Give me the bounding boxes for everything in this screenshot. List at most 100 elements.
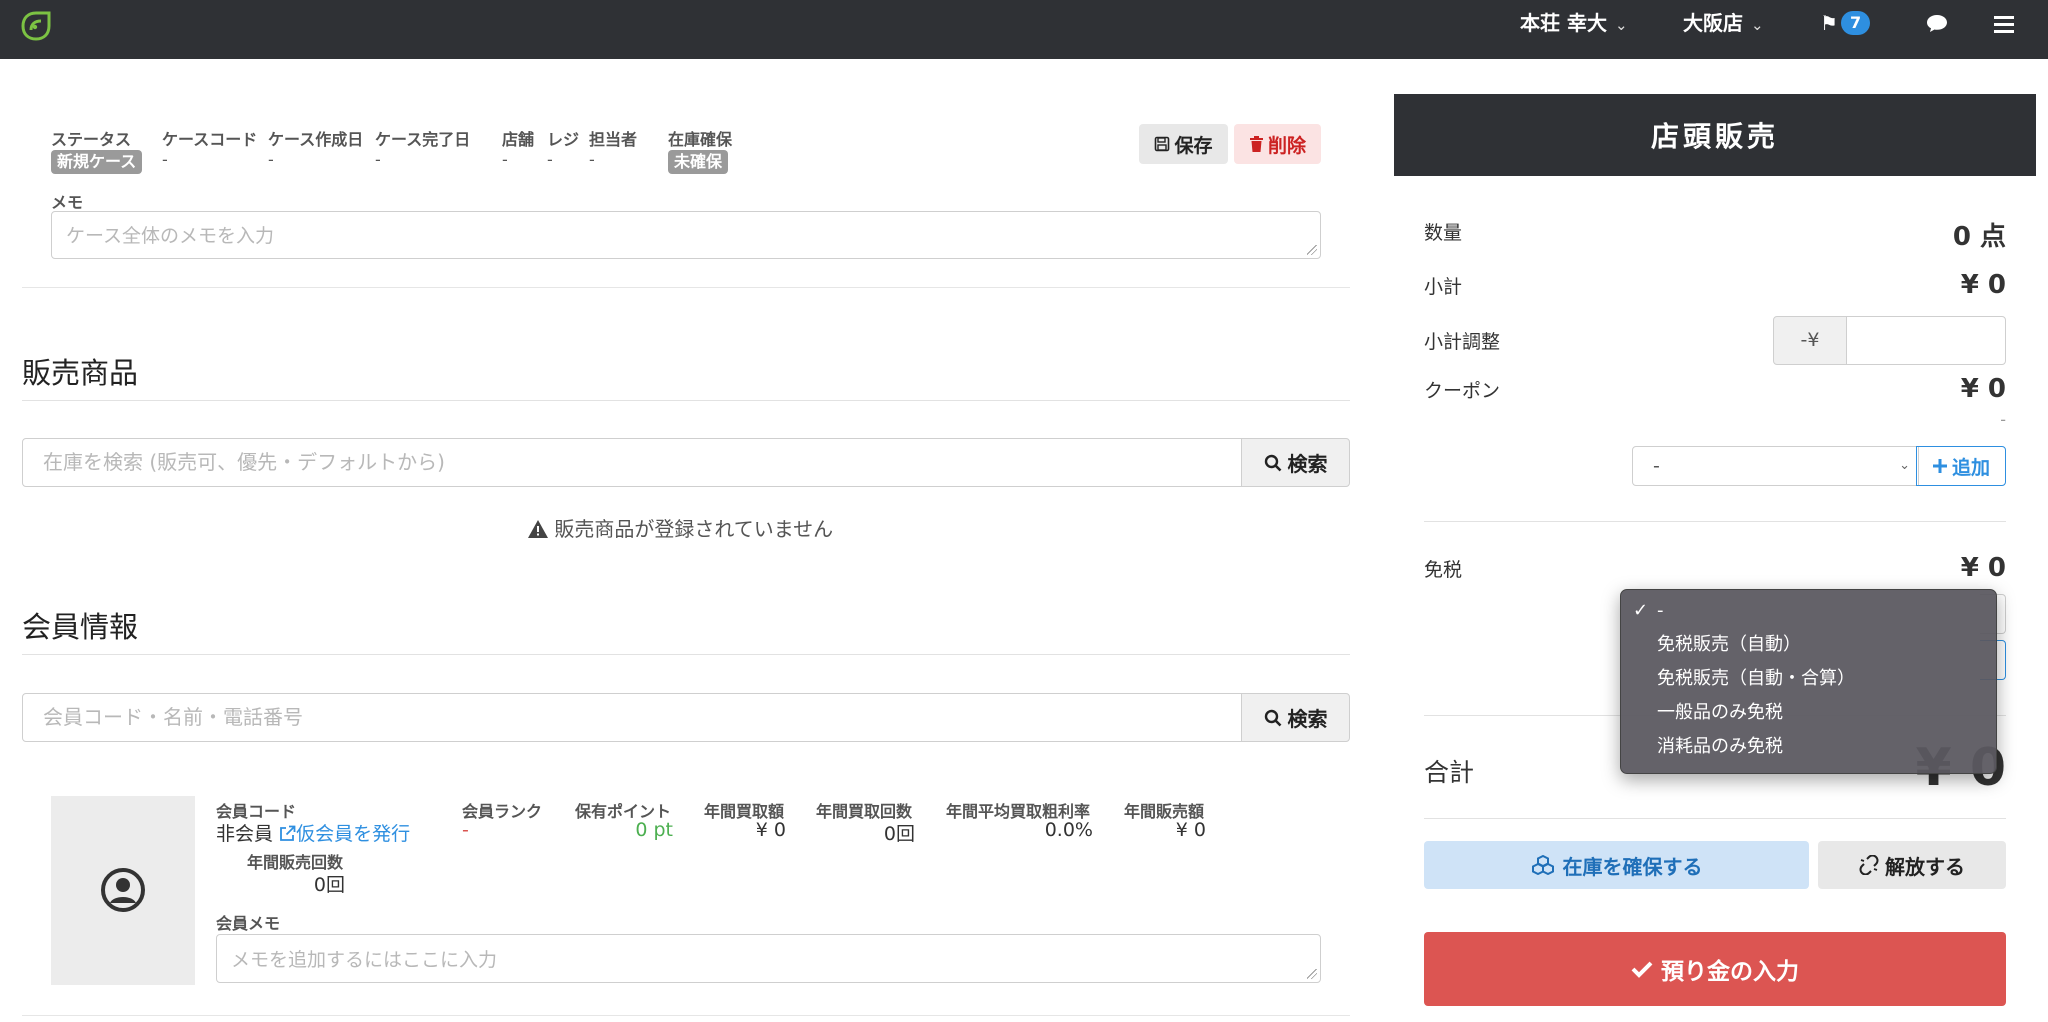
rank-label: 会員ランク <box>462 802 543 821</box>
case-completed-label: ケース完了日 <box>375 130 471 149</box>
user-menu[interactable]: 本荘 幸大 ⌄ <box>1520 0 1628 49</box>
store-label: 店舗 <box>502 130 535 149</box>
save-button[interactable]: 保存 <box>1139 124 1228 164</box>
warning-icon <box>528 520 548 538</box>
tax-free-option-consumables[interactable]: 消耗品のみ免税 <box>1621 730 1996 764</box>
option-label: 一般品のみ免税 <box>1657 702 1783 723</box>
flag-icon: ⚑ <box>1820 11 1838 35</box>
enter-deposit-button[interactable]: 預り金の入力 <box>1424 932 2006 1006</box>
coupon-value: ¥ 0 <box>1960 374 2006 404</box>
chevron-down-icon: ⌄ <box>1614 16 1628 34</box>
case-completed-value: - <box>375 150 381 169</box>
release-label: 解放する <box>1885 854 1965 879</box>
delete-label: 削除 <box>1267 134 1306 157</box>
tax-free-option-none[interactable]: ✓ - <box>1621 594 1996 628</box>
tax-free-option-auto-combined[interactable]: 免税販売（自動・合算） <box>1621 662 1996 696</box>
tax-free-option-general[interactable]: 一般品のみ免税 <box>1621 696 1996 730</box>
member-section-title: 会員情報 <box>22 610 139 644</box>
member-memo-label: 会員メモ <box>216 914 281 933</box>
search-label: 検索 <box>1287 452 1328 476</box>
release-stock-button[interactable]: 解放する <box>1818 841 2006 889</box>
case-created-value: - <box>268 150 274 169</box>
add-coupon-button[interactable]: 追加 <box>1916 446 2006 486</box>
memo-label: メモ <box>51 193 84 212</box>
subtotal-label: 小計 <box>1424 276 1463 298</box>
cubes-icon <box>1531 855 1554 875</box>
member-search-button[interactable]: 検索 <box>1241 693 1350 742</box>
subtotal-value: ¥ 0 <box>1960 270 2006 300</box>
unlink-icon <box>1859 855 1879 875</box>
empty-message-text: 販売商品が登録されていません <box>554 517 834 541</box>
coupon-sub-value: - <box>2000 410 2006 429</box>
case-memo-field[interactable]: ケース全体のメモを入力 <box>51 211 1321 259</box>
delete-button[interactable]: 削除 <box>1234 124 1321 164</box>
stock-search-input[interactable]: 在庫を検索 (販売可、優先・デフォルトから) <box>22 438 1243 487</box>
chevron-down-icon: ⌄ <box>1751 16 1764 34</box>
option-label: 免税販売（自動・合算） <box>1657 668 1855 689</box>
points-value: 0 pt <box>635 819 673 841</box>
external-link-icon <box>280 825 296 841</box>
chevron-down-icon: ⌄ <box>1899 458 1910 473</box>
member-avatar <box>51 796 195 985</box>
tax-free-option-auto[interactable]: 免税販売（自動） <box>1621 628 1996 662</box>
option-label: - <box>1657 600 1664 621</box>
annual-buy-count-value: 0回 <box>883 823 915 845</box>
adjust-prefix: -¥ <box>1773 316 1847 365</box>
empty-products-message: 販売商品が登録されていません <box>528 513 833 542</box>
app-logo-icon[interactable] <box>20 10 52 42</box>
coupon-select-value: - <box>1653 455 1660 477</box>
case-code-label: ケースコード <box>162 130 258 149</box>
top-navbar: 本荘 幸大 ⌄ 大阪店 ⌄ ⚑ 7 <box>0 0 2048 59</box>
quantity-label: 数量 <box>1424 222 1463 244</box>
annual-sales-count-value: 0回 <box>313 874 345 896</box>
search-icon <box>1264 709 1281 726</box>
chat-button[interactable] <box>1926 0 1948 49</box>
member-code-row: 非会員 仮会員を発行 <box>216 819 410 846</box>
case-created-label: ケース作成日 <box>268 130 364 149</box>
register-value: - <box>547 150 553 169</box>
search-icon <box>1264 454 1281 471</box>
store-value: - <box>502 150 508 169</box>
status-label: ステータス <box>51 130 132 149</box>
quantity-value: 0 点 <box>1952 222 2006 252</box>
reserve-stock-button[interactable]: 在庫を確保する <box>1424 841 1809 889</box>
add-label: 追加 <box>1951 456 1990 479</box>
hamburger-menu-button[interactable] <box>1994 0 2014 49</box>
notifications-button[interactable]: ⚑ 7 <box>1820 0 1871 49</box>
option-label: 免税販売（自動） <box>1657 634 1801 655</box>
checkmark-icon: ✓ <box>1633 600 1649 621</box>
issue-temp-member-link[interactable]: 仮会員を発行 <box>279 823 410 845</box>
option-label: 消耗品のみ免税 <box>1657 736 1783 757</box>
issue-link-label: 仮会員を発行 <box>296 823 411 845</box>
member-memo-field[interactable]: メモを追加するにはここに入力 <box>216 934 1321 983</box>
panel-title: 店頭販売 <box>1394 94 2036 176</box>
stock-search-button[interactable]: 検索 <box>1241 438 1350 487</box>
tax-free-value: ¥ 0 <box>1960 553 2006 583</box>
divider <box>1424 521 2006 522</box>
member-code-value: 非会員 <box>216 823 274 845</box>
menu-icon <box>1994 16 2014 33</box>
subtotal-adjust-input[interactable] <box>1846 316 2006 365</box>
store-name: 大阪店 <box>1683 11 1743 35</box>
register-label: レジ <box>547 130 580 149</box>
save-label: 保存 <box>1174 134 1213 157</box>
status-badge: 新規ケース <box>51 150 143 174</box>
member-search-input[interactable]: 会員コード・名前・電話番号 <box>22 693 1243 742</box>
total-label: 合計 <box>1424 758 1475 787</box>
search-label: 検索 <box>1287 707 1328 731</box>
rank-value: - <box>462 819 469 841</box>
annual-buy-amount-value: ¥ 0 <box>755 819 786 841</box>
deposit-label: 預り金の入力 <box>1661 959 1799 985</box>
divider <box>22 654 1350 655</box>
tax-free-dropdown-menu: ✓ - 免税販売（自動） 免税販売（自動・合算） 一般品のみ免税 消耗品のみ免税 <box>1620 589 1997 774</box>
check-icon <box>1631 961 1653 978</box>
stock-label: 在庫確保 <box>668 130 733 149</box>
reserve-label: 在庫を確保する <box>1562 854 1703 879</box>
user-name: 本荘 幸大 <box>1520 11 1607 35</box>
case-code-value: - <box>162 150 168 169</box>
subtotal-adjust-group: -¥ <box>1773 316 2006 365</box>
store-menu[interactable]: 大阪店 ⌄ <box>1683 0 1764 49</box>
coupon-label: クーポン <box>1424 380 1501 402</box>
stock-status-badge: 未確保 <box>668 150 729 174</box>
coupon-select[interactable]: - ⌄ <box>1632 446 1919 486</box>
